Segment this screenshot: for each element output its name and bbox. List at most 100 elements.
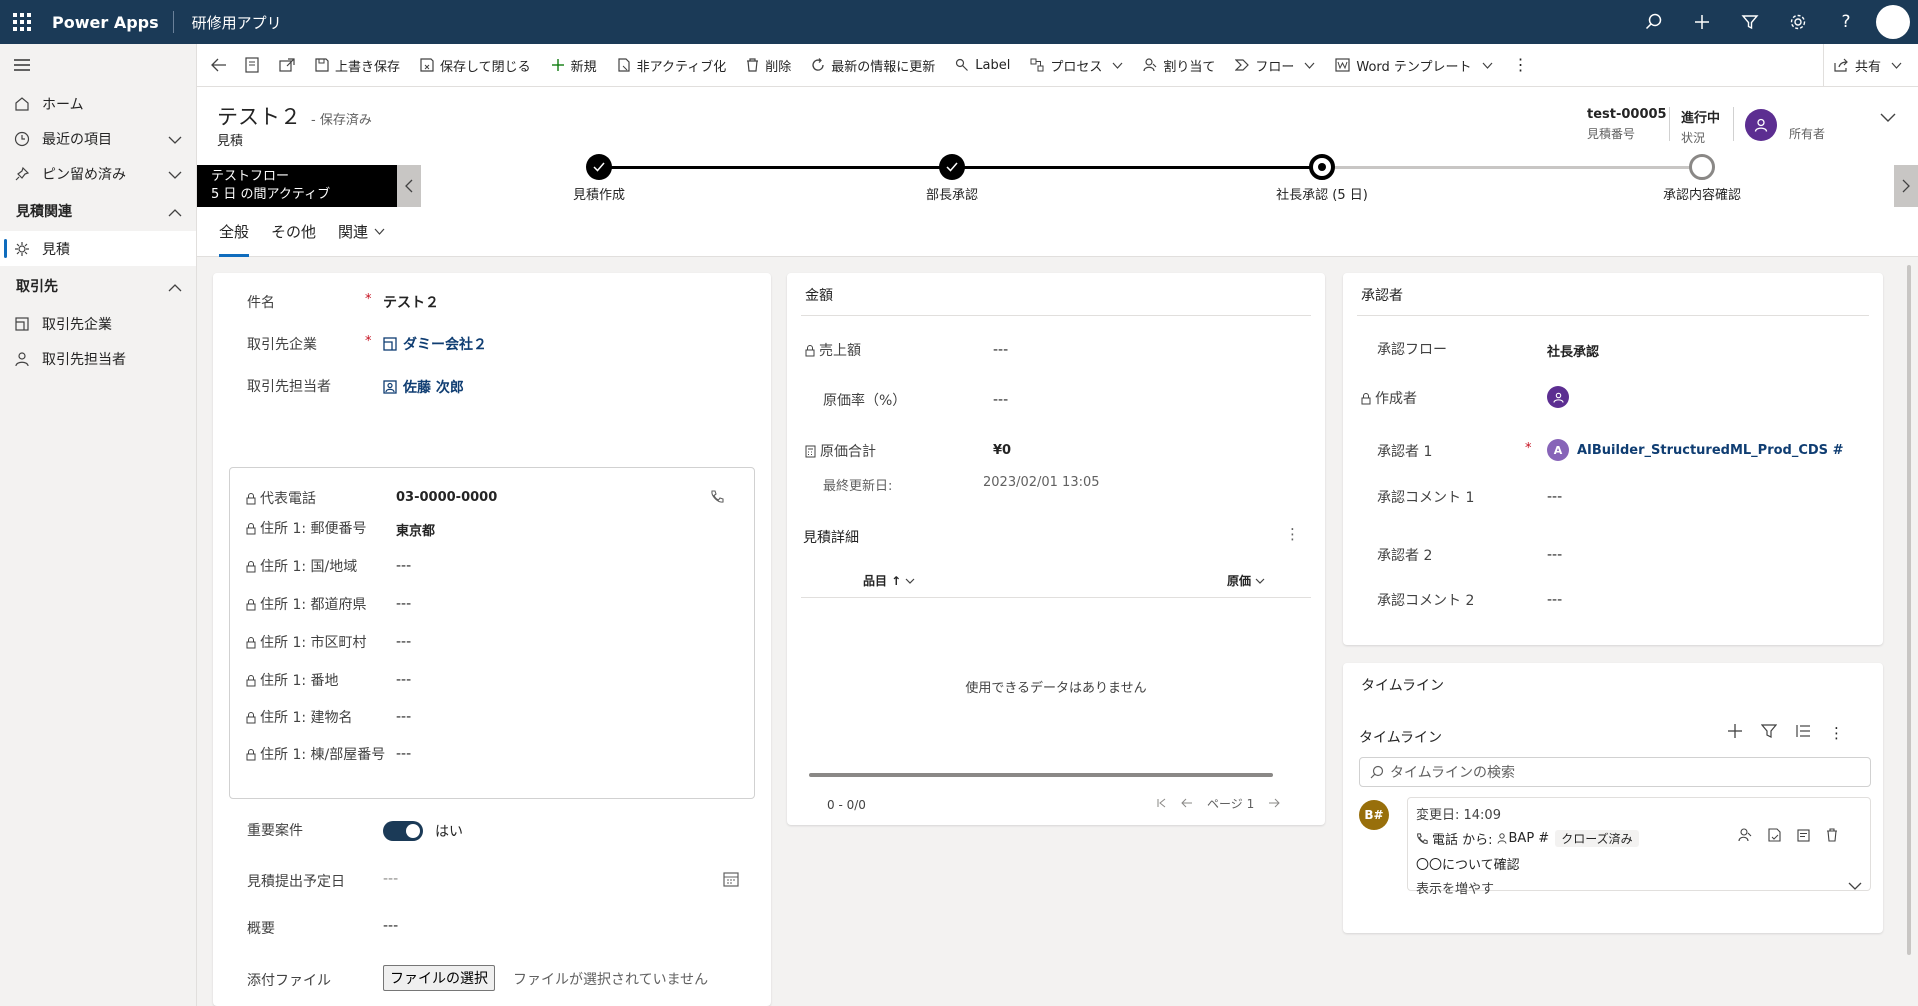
stage-4[interactable]: 承認内容確認: [1602, 154, 1802, 203]
record-header: テスト２ - 保存済み 見積 test-00005 見積番号 進行中 状況 所有…: [197, 87, 1918, 165]
comment1-value[interactable]: ---: [1547, 489, 1562, 505]
quote-icon: [12, 241, 32, 257]
clock-icon: [12, 131, 32, 147]
nav-item-home[interactable]: ホーム: [0, 86, 196, 121]
summary-field[interactable]: ---: [383, 918, 398, 934]
approver1-avatar: A: [1547, 439, 1569, 461]
column-header-cost[interactable]: 原価: [1227, 572, 1265, 589]
lock-icon: [246, 561, 256, 573]
arrow-right-icon: [1269, 798, 1280, 807]
timeline-search-input[interactable]: タイムラインの検索: [1359, 757, 1871, 787]
phone-value: 03-0000-0000: [396, 490, 498, 505]
timeline-more-button[interactable]: ⋮: [1829, 724, 1844, 742]
new-button[interactable]: [1678, 0, 1726, 44]
next-page-button[interactable]: [1268, 797, 1280, 811]
delete-post-button[interactable]: [1826, 828, 1838, 846]
important-toggle[interactable]: [383, 821, 423, 841]
nav-item-pinned[interactable]: ピン留め済み: [0, 156, 196, 191]
assign-button[interactable]: 割り当て: [1133, 44, 1225, 87]
save-close-button[interactable]: 保存して閉じる: [410, 44, 541, 87]
delete-button[interactable]: 削除: [736, 44, 801, 87]
close-activity-button[interactable]: [1768, 828, 1781, 846]
approver2-value[interactable]: ---: [1547, 547, 1562, 563]
nav-group-accounts[interactable]: 取引先: [0, 266, 196, 306]
open-new-window-button[interactable]: [269, 44, 305, 87]
show-more-link[interactable]: 表示を増やす: [1416, 878, 1494, 897]
detail-grid-title: 見積詳細: [803, 530, 859, 546]
building-label-text: 住所 1: 建物名: [260, 710, 353, 726]
post-author-avatar[interactable]: B#: [1359, 800, 1389, 830]
back-button[interactable]: [197, 44, 235, 87]
grid-more-button[interactable]: ⋮: [1285, 525, 1300, 543]
column-header-item[interactable]: 品目 ↑: [863, 572, 915, 589]
stage-3-active[interactable]: 社長承認 (5 日): [1222, 154, 1422, 203]
calendar-button[interactable]: [723, 871, 739, 891]
stage-next-button[interactable]: [1894, 165, 1918, 207]
document-check-icon: [1768, 828, 1781, 842]
add-activity-button[interactable]: [1727, 723, 1743, 743]
new-record-button[interactable]: 新規: [541, 44, 607, 87]
first-page-button[interactable]: [1157, 797, 1167, 811]
owner-avatar[interactable]: [1745, 109, 1777, 141]
help-button[interactable]: ?: [1822, 0, 1870, 44]
app-launcher-button[interactable]: [0, 0, 44, 44]
user-avatar[interactable]: [1876, 5, 1910, 39]
contact-lookup[interactable]: 佐藤 次郎: [383, 377, 464, 397]
approver1-lookup[interactable]: A AIBuilder_StructuredML_Prod_CDS #: [1547, 439, 1843, 461]
phone-call-button[interactable]: [710, 490, 724, 508]
nav-item-label: 見積: [42, 241, 70, 258]
form-selector-button[interactable]: [235, 44, 269, 87]
choose-file-button[interactable]: ファイルの選択: [383, 965, 495, 991]
tab-general[interactable]: 全般: [219, 207, 250, 257]
prev-page-button[interactable]: [1181, 797, 1193, 811]
tab-other[interactable]: その他: [271, 207, 316, 257]
chevron-down-icon: [1112, 62, 1123, 69]
nav-collapse-button[interactable]: [0, 44, 196, 86]
timeline-filter-button[interactable]: [1760, 723, 1778, 743]
process-button[interactable]: プロセス: [1020, 44, 1133, 87]
assign-post-button[interactable]: [1738, 828, 1752, 846]
open-record-button[interactable]: [1797, 828, 1810, 846]
more-commands-button[interactable]: ⋮: [1503, 44, 1539, 87]
account-lookup[interactable]: ダミー会社２: [383, 334, 487, 354]
process-flow-badge[interactable]: テストフロー 5 日 の間アクティブ: [197, 165, 397, 207]
post-user[interactable]: BAP #: [1509, 831, 1550, 846]
arrow-left-icon: [211, 58, 226, 72]
brand-name[interactable]: Power Apps: [44, 13, 173, 32]
flow-button[interactable]: フロー: [1225, 44, 1325, 87]
nav-item-accounts[interactable]: 取引先企業: [0, 306, 196, 341]
word-template-button[interactable]: Word テンプレート: [1325, 44, 1502, 87]
creator-avatar[interactable]: [1547, 386, 1569, 408]
refresh-button[interactable]: 最新の情報に更新: [801, 44, 945, 87]
nav-group-quote[interactable]: 見積関連: [0, 191, 196, 231]
search-button[interactable]: [1630, 0, 1678, 44]
nav-item-quote[interactable]: 見積: [0, 231, 196, 266]
refresh-label: 最新の情報に更新: [831, 59, 936, 75]
app-name[interactable]: 研修用アプリ: [174, 12, 282, 33]
command-bar: 上書き保存 保存して閉じる 新規 非アクティブ化 削除 最新の情報に更新 Lab…: [197, 43, 1918, 87]
timeline-sort-button[interactable]: [1795, 723, 1811, 743]
deactivate-button[interactable]: 非アクティブ化: [607, 44, 737, 87]
tab-related[interactable]: 関連: [338, 207, 385, 257]
nav-item-recent[interactable]: 最近の項目: [0, 121, 196, 156]
share-button[interactable]: 共有: [1824, 44, 1918, 87]
nav-item-contacts[interactable]: 取引先担当者: [0, 341, 196, 376]
grid-horizontal-scrollbar[interactable]: [809, 773, 1273, 777]
stage-2[interactable]: 部長承認: [852, 154, 1052, 203]
stage-1[interactable]: 見積作成: [499, 154, 699, 203]
stage-prev-button[interactable]: [397, 165, 421, 207]
form-vertical-scrollbar[interactable]: [1907, 265, 1911, 955]
save-icon: [315, 58, 329, 72]
comment2-value[interactable]: ---: [1547, 592, 1562, 608]
settings-button[interactable]: [1774, 0, 1822, 44]
duedate-field[interactable]: ---: [383, 871, 398, 887]
filter-button[interactable]: [1726, 0, 1774, 44]
timeline-record[interactable]: 変更日: 14:09 電話 から: BAP # クローズ済み 〇〇について確認 …: [1407, 797, 1871, 897]
save-button[interactable]: 上書き保存: [305, 44, 410, 87]
header-expand-button[interactable]: [1880, 111, 1896, 127]
nav-group-label: 見積関連: [16, 204, 72, 220]
subject-field[interactable]: テスト２: [383, 292, 439, 312]
label-button[interactable]: Label: [945, 44, 1020, 87]
refresh-icon: [811, 58, 825, 72]
expand-post-button[interactable]: [1848, 878, 1862, 894]
